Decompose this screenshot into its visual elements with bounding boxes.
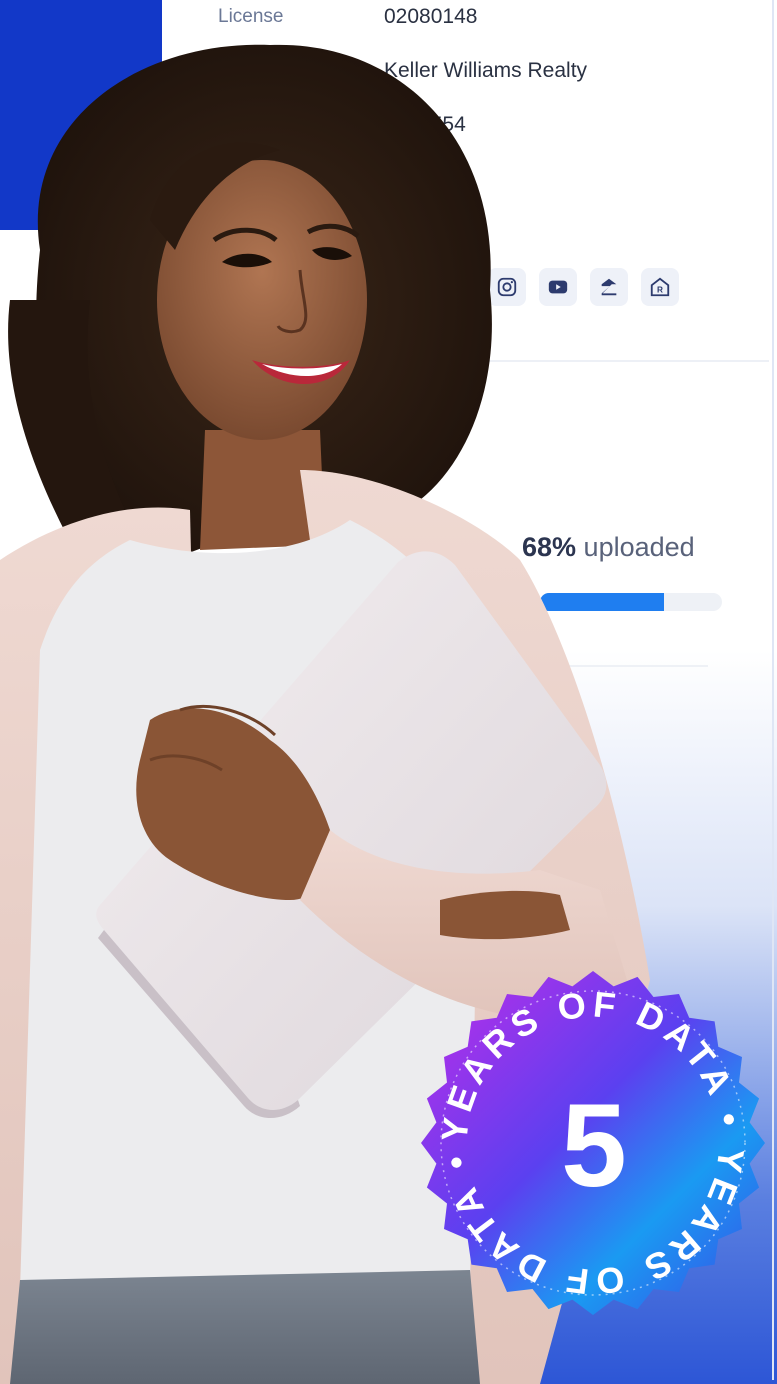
badge-number: 5 xyxy=(561,1080,627,1212)
canvas: License 02080148 Keller Williams Realty … xyxy=(0,0,777,1384)
years-badge: YEARS OF DATA • YEARS OF DATA • 5 xyxy=(418,968,768,1318)
